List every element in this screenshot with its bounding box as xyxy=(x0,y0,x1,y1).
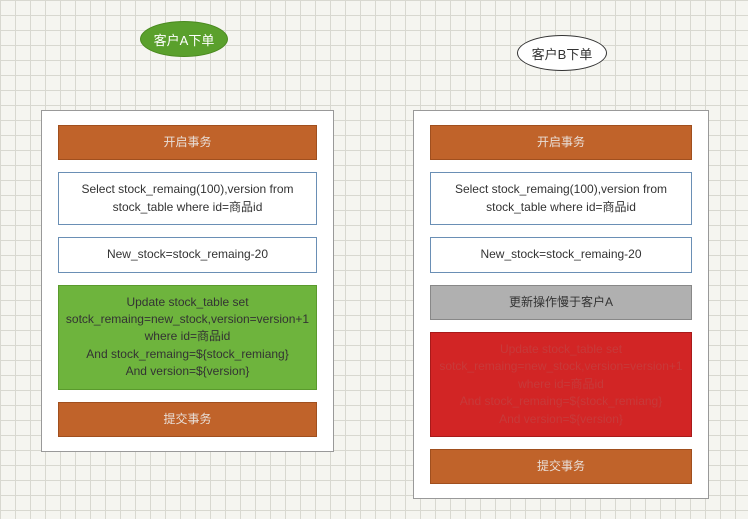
step-label: 开启事务 xyxy=(163,135,211,149)
step-label: Select stock_remaing(100),version from s… xyxy=(81,182,293,213)
step-calculate-new-stock: New_stock=stock_remaing-20 xyxy=(430,237,692,272)
step-label: 提交事务 xyxy=(537,459,585,473)
step-label: New_stock=stock_remaing-20 xyxy=(107,247,268,261)
step-label: New_stock=stock_remaing-20 xyxy=(480,247,641,261)
step-label: Select stock_remaing(100),version from s… xyxy=(455,182,667,213)
customer-a-flow-container: 开启事务 Select stock_remaing(100),version f… xyxy=(41,110,334,452)
step-update-success: Update stock_table set sotck_remaing=new… xyxy=(58,285,317,390)
customer-b-title-ellipse: 客户B下单 xyxy=(517,35,607,71)
step-label: 提交事务 xyxy=(163,412,211,426)
step-label: 开启事务 xyxy=(537,135,585,149)
step-commit-transaction: 提交事务 xyxy=(430,449,692,484)
step-label: Update stock_table set sotck_remaing=new… xyxy=(439,342,682,426)
step-update-fail: Update stock_table set sotck_remaing=new… xyxy=(430,332,692,437)
step-label: 更新操作慢于客户A xyxy=(509,295,613,309)
step-select-stock: Select stock_remaing(100),version from s… xyxy=(430,172,692,225)
step-wait-slower: 更新操作慢于客户A xyxy=(430,285,692,320)
customer-a-title-ellipse: 客户A下单 xyxy=(140,21,228,57)
customer-b-title: 客户B下单 xyxy=(532,44,593,63)
step-select-stock: Select stock_remaing(100),version from s… xyxy=(58,172,317,225)
step-begin-transaction: 开启事务 xyxy=(430,125,692,160)
step-calculate-new-stock: New_stock=stock_remaing-20 xyxy=(58,237,317,272)
step-begin-transaction: 开启事务 xyxy=(58,125,317,160)
customer-b-flow-container: 开启事务 Select stock_remaing(100),version f… xyxy=(413,110,709,499)
customer-a-title: 客户A下单 xyxy=(154,30,215,49)
step-label: Update stock_table set sotck_remaing=new… xyxy=(66,295,309,379)
step-commit-transaction: 提交事务 xyxy=(58,402,317,437)
